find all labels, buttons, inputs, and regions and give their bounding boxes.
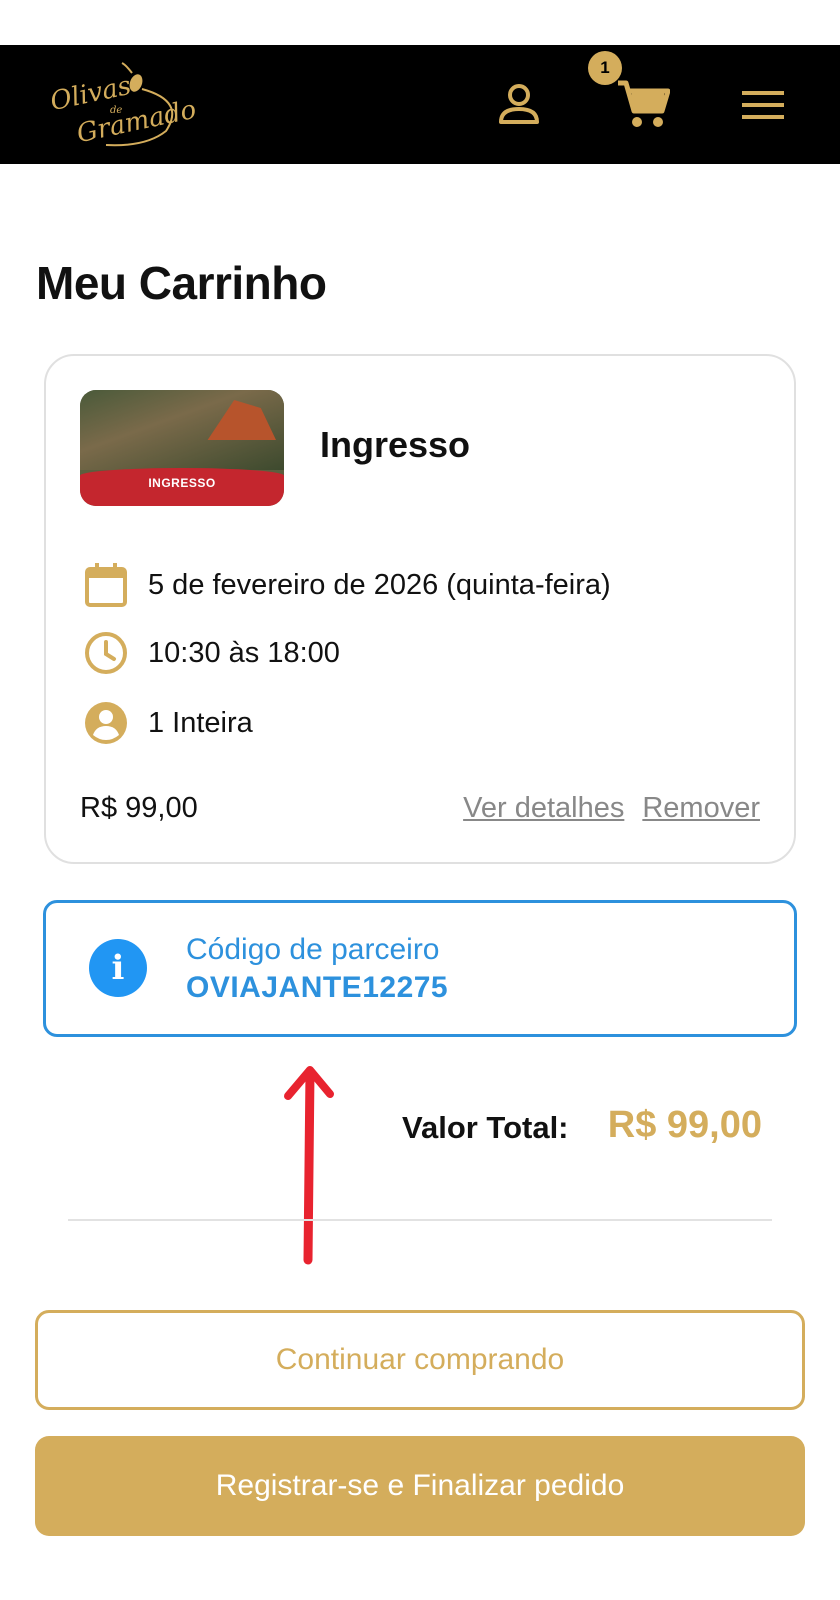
menu-icon[interactable] <box>742 89 784 121</box>
divider <box>68 1219 772 1221</box>
item-time-row: 10:30 às 18:00 <box>82 628 340 678</box>
total-value: R$ 99,00 <box>607 1104 762 1146</box>
remove-link[interactable]: Remover <box>642 792 760 824</box>
olivas-de-gramado-logo[interactable]: Olivas de Gramado <box>46 61 199 149</box>
item-quantity: 1 Inteira <box>148 706 253 739</box>
item-title: Ingresso <box>320 424 471 465</box>
person-icon <box>85 702 127 744</box>
item-date: 5 de fevereiro de 2026 (quinta-feira) <box>148 568 611 601</box>
clock-icon <box>85 632 127 674</box>
view-details-link[interactable]: Ver detalhes <box>463 792 624 824</box>
continue-shopping-button[interactable]: Continuar comprando <box>35 1310 805 1410</box>
item-time: 10:30 às 18:00 <box>148 636 340 669</box>
partner-code-box: i Código de parceiro OVIAJANTE12275 <box>43 900 797 1037</box>
cart-count-badge: 1 <box>588 51 622 85</box>
cart-icon[interactable] <box>616 79 670 129</box>
thumbnail-label: INGRESSO <box>148 476 216 490</box>
item-date-row: 5 de fevereiro de 2026 (quinta-feira) <box>82 560 611 610</box>
register-checkout-button[interactable]: Registrar-se e Finalizar pedido <box>35 1436 805 1536</box>
logo-olive-icon <box>105 62 174 147</box>
user-icon[interactable] <box>497 82 541 126</box>
partner-code-label: Código de parceiro <box>186 933 440 966</box>
total-label: Valor Total: <box>402 1110 569 1145</box>
partner-code-value: OVIAJANTE12275 <box>186 971 449 1004</box>
item-actions: Ver detalhes Remover <box>445 792 760 825</box>
ticket-thumbnail: INGRESSO <box>80 390 284 506</box>
site-header: Olivas de Gramado 1 <box>0 45 840 164</box>
annotation-arrow-icon <box>284 1066 334 1265</box>
info-icon: i <box>89 939 147 997</box>
item-quantity-row: 1 Inteira <box>82 698 253 748</box>
cart-item-card: INGRESSO Ingresso 5 de fevereiro de 2026… <box>44 354 796 864</box>
item-price: R$ 99,00 <box>80 792 198 824</box>
page-title: Meu Carrinho <box>36 257 327 309</box>
calendar-icon <box>85 563 127 607</box>
